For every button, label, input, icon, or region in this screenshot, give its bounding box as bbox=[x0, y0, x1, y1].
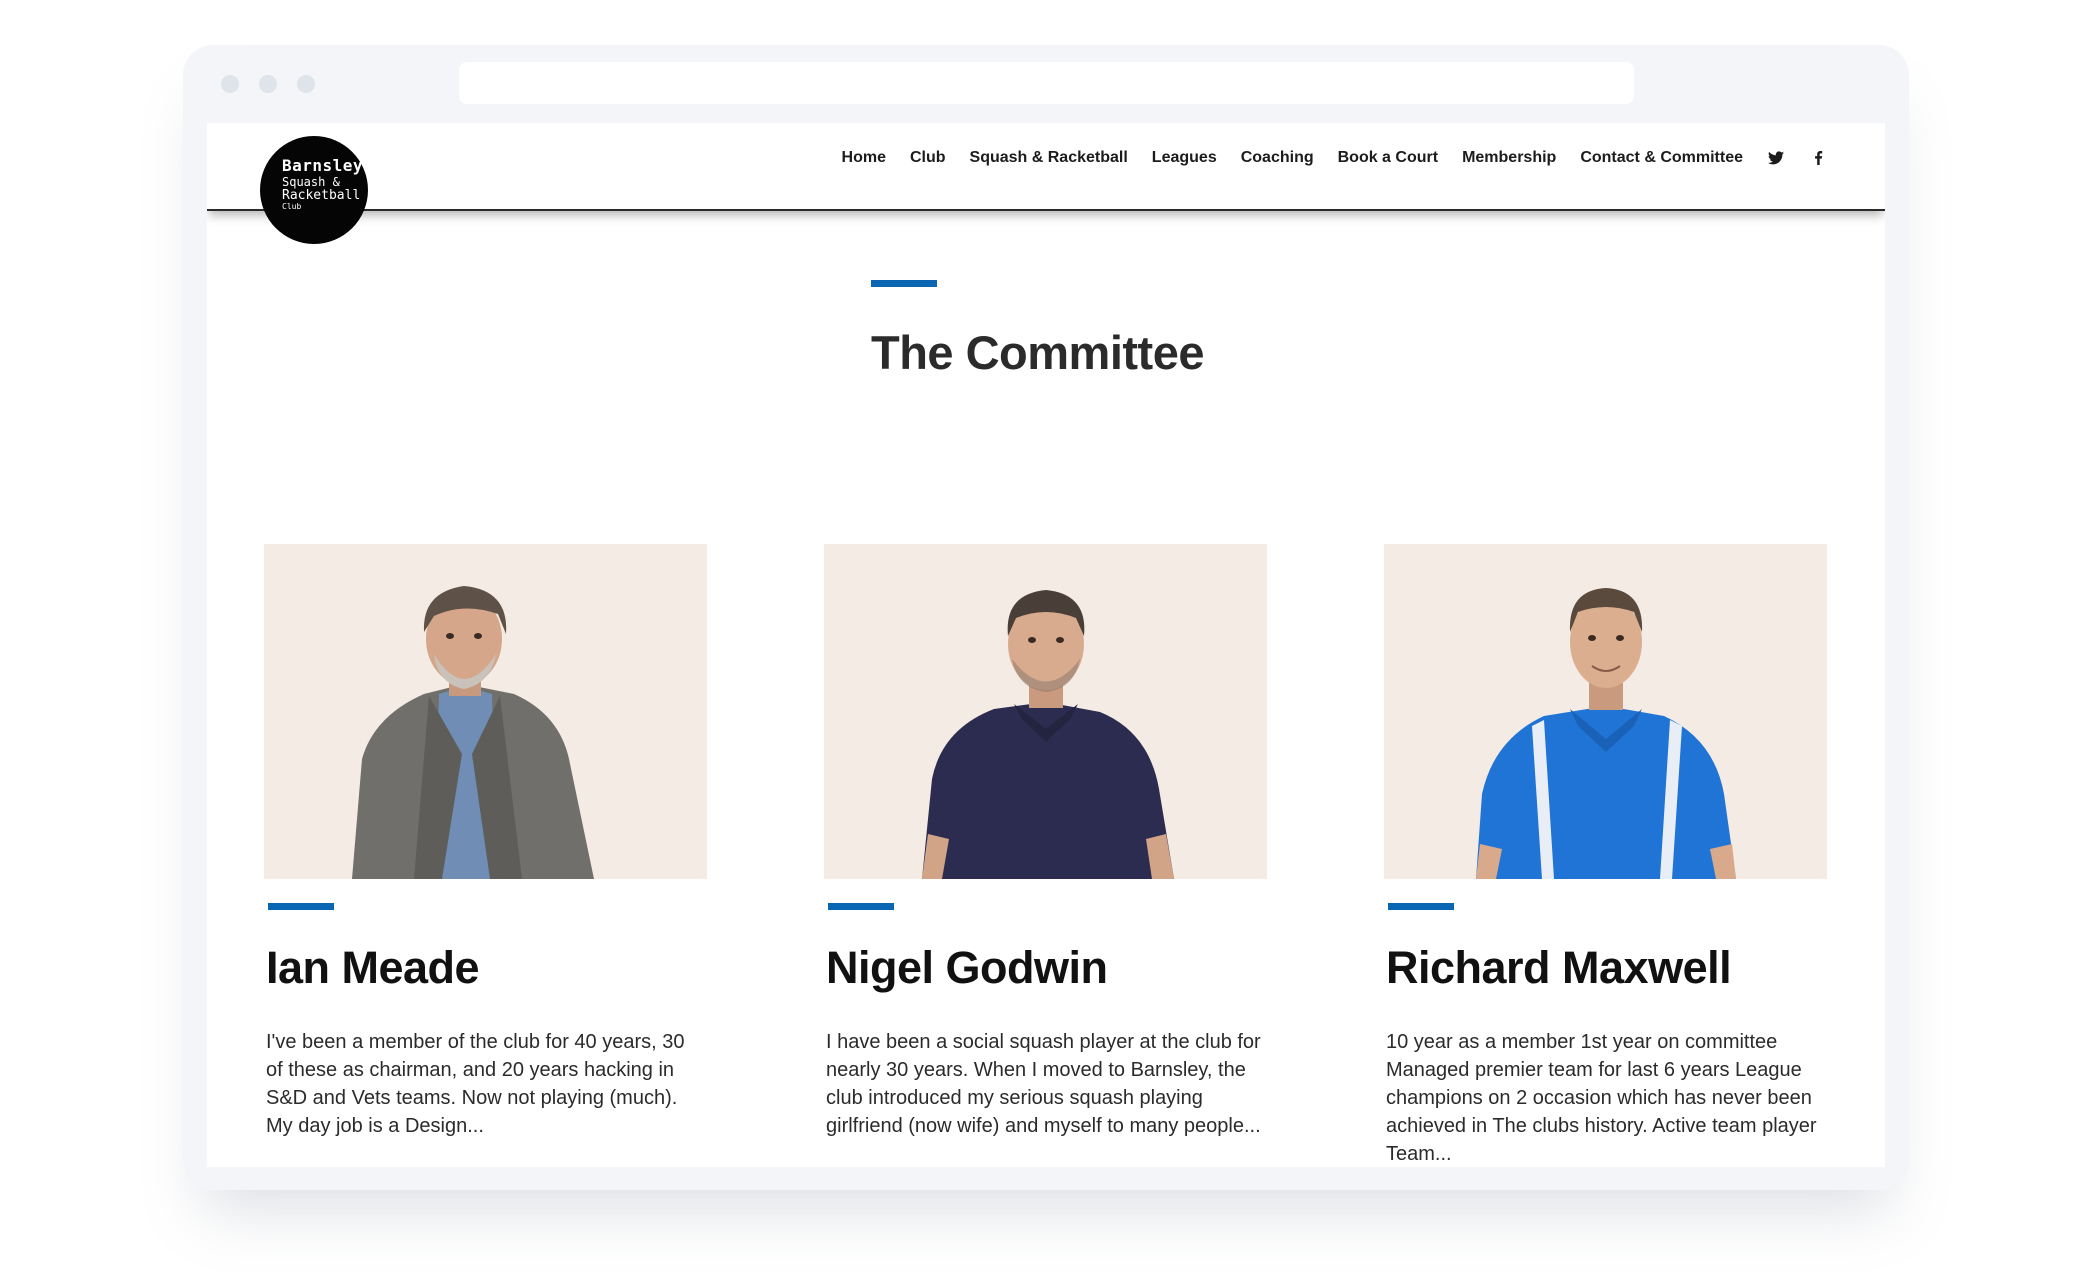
card-accent-bar bbox=[828, 903, 894, 910]
window-dot-minimize[interactable] bbox=[259, 75, 277, 93]
member-photo bbox=[1384, 544, 1827, 879]
site-header: Home Club Squash & Racketball Leagues Co… bbox=[207, 123, 1885, 211]
nav-club[interactable]: Club bbox=[910, 149, 946, 167]
member-name: Richard Maxwell bbox=[1386, 942, 1732, 993]
logo-line-squash: Squash & bbox=[282, 175, 340, 189]
address-bar[interactable] bbox=[459, 62, 1634, 104]
twitter-icon[interactable] bbox=[1767, 149, 1785, 167]
card-accent-bar bbox=[268, 903, 334, 910]
member-card: Nigel Godwin I have been a social squash… bbox=[824, 544, 1267, 1140]
member-card: Ian Meade I've been a member of the club… bbox=[264, 544, 707, 1140]
nav-book-a-court[interactable]: Book a Court bbox=[1338, 149, 1438, 167]
member-photo bbox=[264, 544, 707, 879]
club-logo[interactable]: Barnsley Squash & Racketball Club bbox=[260, 136, 368, 244]
browser-window: Home Club Squash & Racketball Leagues Co… bbox=[183, 45, 1909, 1190]
nav-coaching[interactable]: Coaching bbox=[1241, 149, 1314, 167]
nav-squash-racketball[interactable]: Squash & Racketball bbox=[970, 149, 1128, 167]
nav-home[interactable]: Home bbox=[842, 149, 886, 167]
facebook-icon[interactable] bbox=[1809, 149, 1827, 167]
main-nav: Home Club Squash & Racketball Leagues Co… bbox=[842, 149, 1827, 167]
page-title: The Committee bbox=[871, 326, 1205, 379]
title-accent-bar bbox=[871, 280, 937, 287]
logo-line-barnsley: Barnsley bbox=[282, 156, 364, 175]
nav-membership[interactable]: Membership bbox=[1462, 149, 1556, 167]
member-name: Nigel Godwin bbox=[826, 942, 1108, 993]
member-bio: I have been a social squash player at th… bbox=[826, 1031, 1261, 1137]
page-viewport: Home Club Squash & Racketball Leagues Co… bbox=[207, 123, 1885, 1167]
logo-line-club: Club bbox=[282, 202, 302, 211]
member-photo bbox=[824, 544, 1267, 879]
window-dot-close[interactable] bbox=[221, 75, 239, 93]
member-card: Richard Maxwell 10 year as a member 1st … bbox=[1384, 544, 1827, 1167]
nav-leagues[interactable]: Leagues bbox=[1152, 149, 1217, 167]
member-bio: I've been a member of the club for 40 ye… bbox=[266, 1031, 685, 1137]
window-dot-maximize[interactable] bbox=[297, 75, 315, 93]
card-accent-bar bbox=[1388, 903, 1454, 910]
logo-line-racketball: Racketball bbox=[282, 188, 361, 203]
window-controls bbox=[221, 75, 315, 93]
nav-contact-committee[interactable]: Contact & Committee bbox=[1580, 149, 1743, 167]
member-bio: 10 year as a member 1st year on committe… bbox=[1386, 1031, 1817, 1165]
member-name: Ian Meade bbox=[266, 942, 480, 993]
